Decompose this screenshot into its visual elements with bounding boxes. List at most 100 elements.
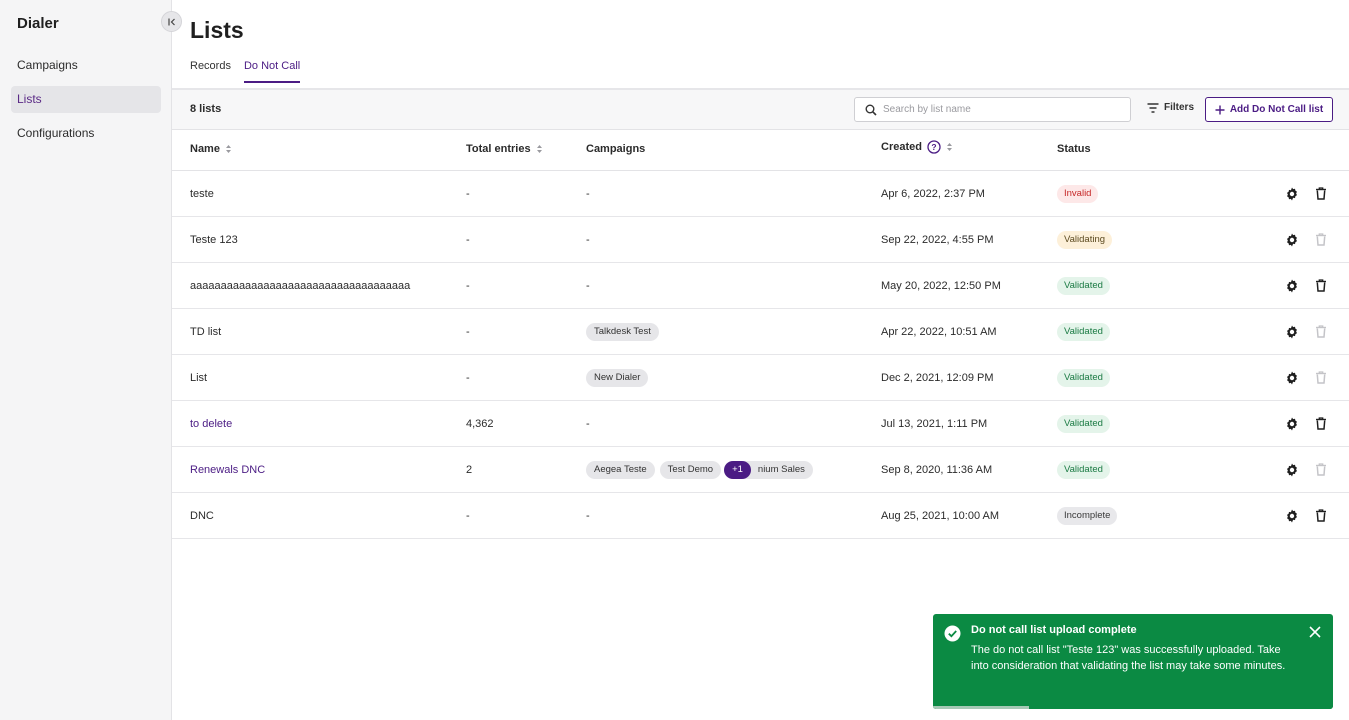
search-box bbox=[854, 97, 1131, 122]
settings-gear-icon[interactable] bbox=[1284, 278, 1300, 294]
status-cell: Validated bbox=[1057, 401, 1110, 446]
close-icon[interactable] bbox=[1309, 626, 1321, 638]
settings-gear-icon[interactable] bbox=[1284, 508, 1300, 524]
table-row: List - New Dialer Dec 2, 2021, 12:09 PM Vali… bbox=[172, 355, 1349, 401]
total-entries: 2 bbox=[466, 463, 473, 476]
status-badge: Incomplete bbox=[1057, 506, 1118, 525]
list-count: 8 lists bbox=[190, 103, 222, 115]
created-date: Sep 22, 2022, 4:55 PM bbox=[881, 233, 994, 246]
list-name[interactable]: to delete bbox=[190, 401, 232, 446]
check-circle-icon bbox=[944, 625, 961, 642]
filters-button[interactable]: Filters bbox=[1147, 102, 1194, 113]
table-row: aaaaaaaaaaaaaaaaaaaaaaaaaaaaaaaaaaaa - - Ma… bbox=[172, 263, 1349, 309]
header-total-entries[interactable]: Total entries bbox=[466, 143, 543, 155]
status-cell: Invalid bbox=[1057, 171, 1099, 216]
table-row: Renewals DNC 2 Aegea Teste Test Demo +1 nium … bbox=[172, 447, 1349, 493]
campaigns-cell: - bbox=[586, 263, 866, 308]
row-actions bbox=[1284, 493, 1329, 538]
delete-trash-icon[interactable] bbox=[1313, 508, 1329, 524]
table-row: TD list - Talkdesk Test Apr 22, 2022, 10:51… bbox=[172, 309, 1349, 355]
delete-trash-icon bbox=[1313, 462, 1329, 478]
row-actions bbox=[1284, 263, 1329, 308]
toast-message: The do not call list "Teste 123" was suc… bbox=[971, 644, 1286, 672]
total-entries: - bbox=[466, 187, 470, 200]
created-date: May 20, 2022, 12:50 PM bbox=[881, 279, 1001, 292]
table-row: Teste 123 - - Sep 22, 2022, 4:55 PM Validati… bbox=[172, 217, 1349, 263]
toast-title: Do not call list upload complete bbox=[971, 624, 1137, 636]
tabs: Records Do Not Call bbox=[190, 60, 301, 83]
tab-records[interactable]: Records bbox=[190, 60, 231, 83]
status-badge: Validated bbox=[1057, 276, 1110, 295]
sidebar-item-campaigns[interactable]: Campaigns bbox=[11, 52, 161, 79]
delete-trash-icon[interactable] bbox=[1313, 186, 1329, 202]
more-campaigns-badge[interactable]: +1 bbox=[724, 460, 751, 479]
total-entries: - bbox=[466, 509, 470, 522]
settings-gear-icon[interactable] bbox=[1284, 232, 1300, 248]
filter-icon bbox=[1147, 102, 1159, 113]
tab-do-not-call[interactable]: Do Not Call bbox=[243, 60, 301, 83]
status-cell: Validated bbox=[1057, 447, 1110, 492]
header-created[interactable]: Created ? bbox=[881, 140, 953, 154]
row-actions bbox=[1284, 171, 1329, 216]
list-name: TD list bbox=[190, 325, 222, 338]
delete-trash-icon bbox=[1313, 232, 1329, 248]
status-badge: Invalid bbox=[1057, 184, 1099, 203]
delete-trash-icon[interactable] bbox=[1313, 416, 1329, 432]
svg-text:?: ? bbox=[931, 142, 936, 152]
delete-trash-icon bbox=[1313, 370, 1329, 386]
table-row: DNC - - Aug 25, 2021, 10:00 AM Incomplete bbox=[172, 493, 1349, 539]
header-total-label: Total entries bbox=[466, 143, 531, 155]
list-name: DNC bbox=[190, 509, 214, 522]
campaign-chip: Talkdesk Test bbox=[586, 322, 659, 341]
settings-gear-icon[interactable] bbox=[1284, 324, 1300, 340]
help-icon[interactable]: ? bbox=[927, 140, 941, 154]
campaigns-cell: Talkdesk Test bbox=[586, 309, 866, 354]
status-cell: Incomplete bbox=[1057, 493, 1118, 538]
campaign-chip: New Dialer bbox=[586, 368, 649, 387]
sort-icon bbox=[536, 145, 542, 153]
sidebar-item-configurations[interactable]: Configurations bbox=[11, 120, 161, 147]
settings-gear-icon[interactable] bbox=[1284, 186, 1300, 202]
status-badge: Validated bbox=[1057, 322, 1110, 341]
list-name: List bbox=[190, 371, 208, 384]
sort-icon bbox=[225, 145, 231, 153]
header-campaigns: Campaigns bbox=[586, 143, 645, 155]
campaigns-cell: - bbox=[586, 217, 866, 262]
created-date: Aug 25, 2021, 10:00 AM bbox=[881, 509, 1000, 522]
header-status-label: Status bbox=[1057, 143, 1091, 155]
created-date: Apr 6, 2022, 2:37 PM bbox=[881, 187, 985, 200]
settings-gear-icon[interactable] bbox=[1284, 462, 1300, 478]
row-actions bbox=[1284, 401, 1329, 446]
table-header: Name Total entries Campaigns Created ? S… bbox=[172, 130, 1349, 171]
settings-gear-icon[interactable] bbox=[1284, 416, 1300, 432]
header-name-label: Name bbox=[190, 143, 220, 155]
delete-trash-icon[interactable] bbox=[1313, 278, 1329, 294]
app-title: Dialer bbox=[17, 15, 59, 32]
created-date: Sep 8, 2020, 11:36 AM bbox=[881, 463, 993, 476]
campaigns-empty: - bbox=[586, 187, 590, 200]
add-do-not-call-list-button[interactable]: Add Do Not Call list bbox=[1205, 97, 1333, 122]
table-row: to delete 4,362 - Jul 13, 2021, 1:11 PM Vali… bbox=[172, 401, 1349, 447]
list-name: Teste 123 bbox=[190, 233, 238, 246]
total-entries: 4,362 bbox=[466, 417, 494, 430]
settings-gear-icon[interactable] bbox=[1284, 370, 1300, 386]
table-body: teste - - Apr 6, 2022, 2:37 PM Invalid Teste … bbox=[172, 171, 1349, 539]
header-campaigns-label: Campaigns bbox=[586, 143, 646, 155]
filters-label: Filters bbox=[1164, 102, 1195, 113]
search-input[interactable] bbox=[883, 104, 1113, 115]
lists-table: Name Total entries Campaigns Created ? S… bbox=[172, 130, 1349, 539]
row-actions bbox=[1284, 309, 1329, 354]
sidebar-item-lists[interactable]: Lists bbox=[11, 86, 161, 113]
search-icon bbox=[865, 104, 877, 116]
status-badge: Validated bbox=[1057, 460, 1110, 479]
total-entries: - bbox=[466, 371, 470, 384]
collapse-left-icon bbox=[167, 18, 175, 25]
header-name[interactable]: Name bbox=[190, 143, 232, 155]
campaign-chip: nium Sales bbox=[743, 460, 813, 479]
status-cell: Validated bbox=[1057, 355, 1110, 400]
page-title: Lists bbox=[190, 17, 244, 43]
list-name[interactable]: Renewals DNC bbox=[190, 447, 265, 492]
table-row: teste - - Apr 6, 2022, 2:37 PM Invalid bbox=[172, 171, 1349, 217]
collapse-sidebar-button[interactable] bbox=[161, 11, 182, 32]
campaigns-empty: - bbox=[586, 417, 590, 430]
